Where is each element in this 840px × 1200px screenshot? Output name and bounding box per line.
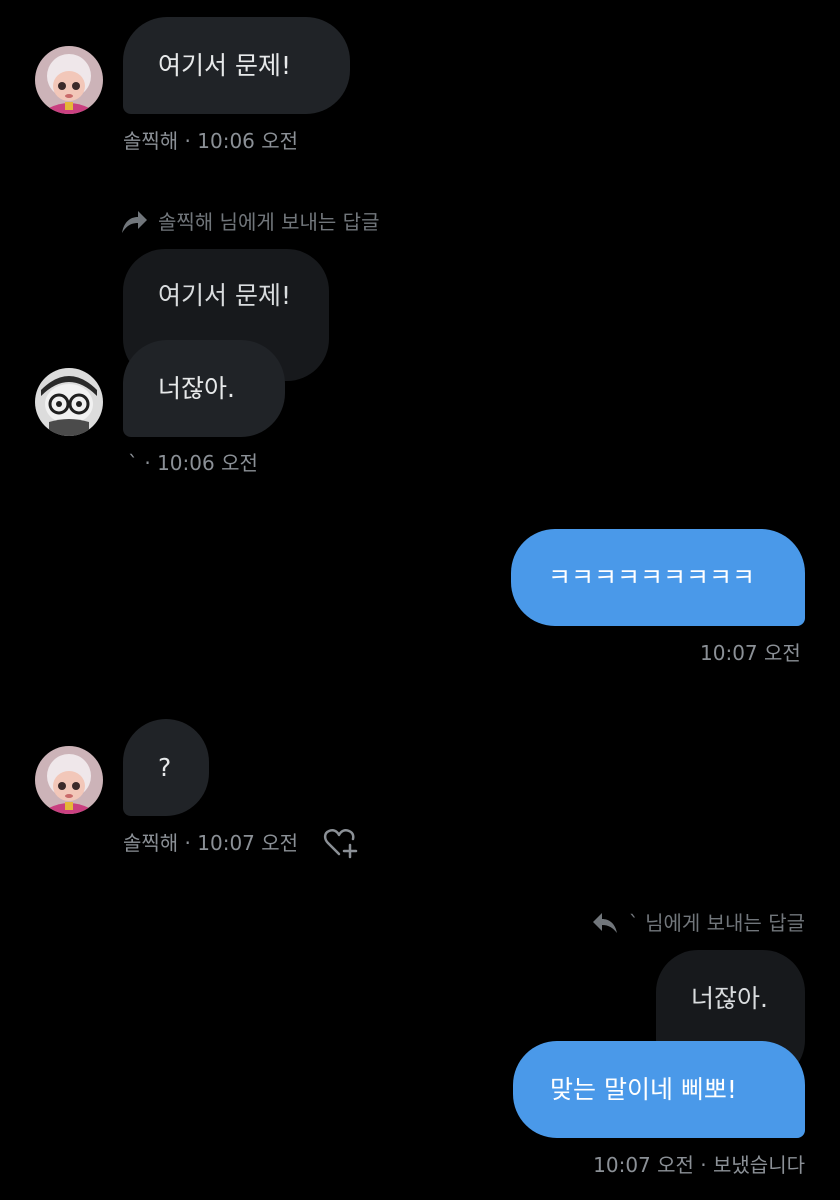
message-bubble[interactable]: 맞는 말이네 삐뽀! [513,1041,805,1138]
message-meta: 솔찍해 · 10:07 오전 [123,831,299,855]
quoted-text: 너잖아. [691,984,768,1013]
reply-context: ` 님에게 보내는 답글 [591,911,805,935]
avatar-doll-glasses [35,368,103,436]
add-reaction-heart-icon [323,828,358,859]
message-meta: 솔찍해 · 10:06 오전 [123,129,299,153]
message-text: 맞는 말이네 삐뽀! [550,1075,737,1104]
message-bubble[interactable]: 너잖아. [123,340,285,437]
reply-label-text: ` 님에게 보내는 답글 [628,911,805,935]
message-bubble[interactable]: ㅋㅋㅋㅋㅋㅋㅋㅋㅋ [511,529,805,626]
message-text: 너잖아. [158,374,235,403]
reply-back-icon [592,913,617,933]
avatar-sender[interactable] [35,46,103,114]
quoted-text: 여기서 문제! [158,281,291,310]
reply-label-text: 솔찍해 님에게 보내는 답글 [158,210,380,234]
avatar-sender[interactable] [35,746,103,814]
message-meta: 10:07 오전 [700,641,801,665]
avatar-doll-pink [35,46,103,114]
message-bubble[interactable]: 여기서 문제! [123,17,350,114]
add-reaction-button[interactable] [323,826,359,860]
avatar-doll-pink [35,746,103,814]
message-bubble[interactable]: ? [123,719,209,816]
avatar-sender[interactable] [35,368,103,436]
message-text: ? [158,753,172,782]
message-meta: 10:07 오전 · 보냈습니다 [593,1153,805,1177]
message-meta: ` · 10:06 오전 [128,451,258,475]
message-text: ㅋㅋㅋㅋㅋㅋㅋㅋㅋ [548,563,756,592]
reply-arrow-icon [122,211,147,233]
reply-context: 솔찍해 님에게 보내는 답글 [120,209,379,235]
message-text: 여기서 문제! [158,51,291,80]
